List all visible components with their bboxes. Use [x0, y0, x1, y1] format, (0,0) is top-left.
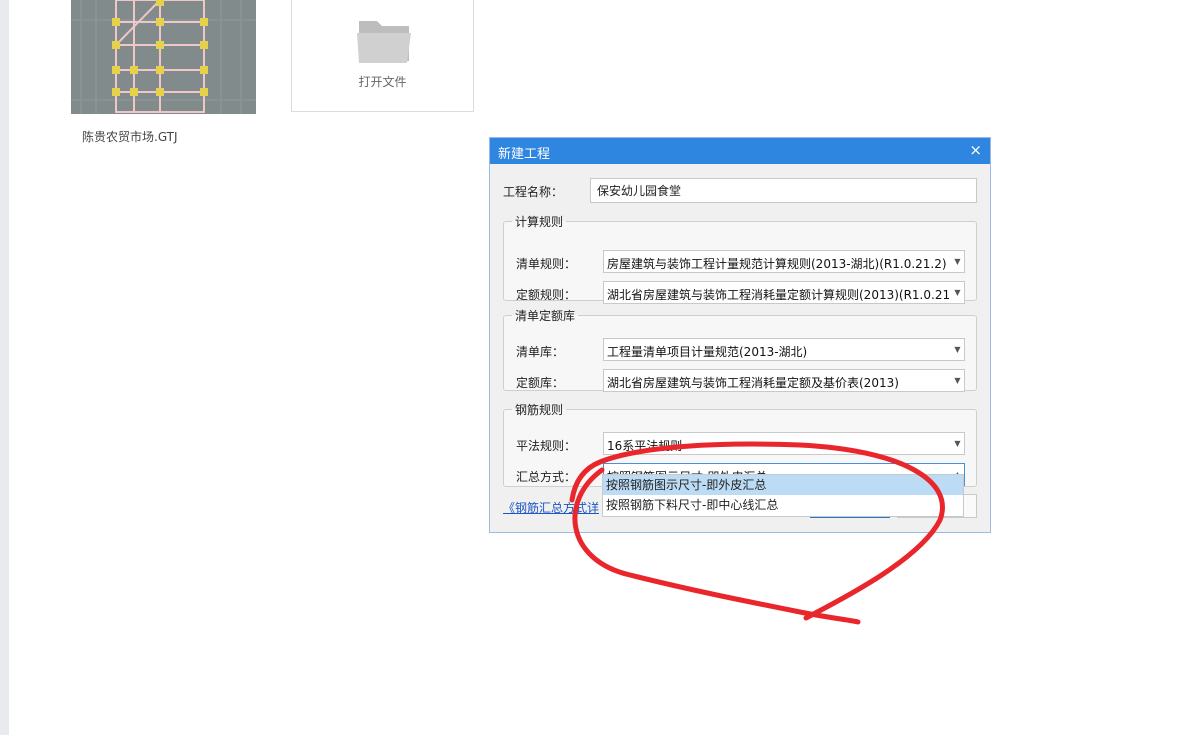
- quota-rule-row: 定额规则： 湖北省房屋建筑与装饰工程消耗量定额计算规则(2013)(R1.0.2…: [516, 281, 966, 305]
- summary-method-label: 汇总方式：: [516, 470, 577, 484]
- project-name-input[interactable]: [590, 178, 977, 203]
- bill-lib-row: 清单库： 工程量清单项目计量规范(2013-湖北) ▼: [516, 338, 966, 362]
- bill-rule-label: 清单规则：: [516, 257, 577, 271]
- chevron-down-icon[interactable]: ▼: [951, 339, 964, 360]
- open-file-label: 打开文件: [358, 75, 407, 89]
- flat-rule-label: 平法规则：: [516, 439, 577, 453]
- dialog-titlebar[interactable]: 新建工程 ×: [490, 138, 990, 164]
- quota-lib-label: 定额库：: [516, 376, 565, 390]
- chevron-down-icon[interactable]: ▼: [951, 251, 964, 272]
- open-file-tile[interactable]: 打开文件: [291, 0, 474, 112]
- bill-lib-value: 工程量清单项目计量规范(2013-湖北): [607, 345, 808, 359]
- left-sidebar-strip: [0, 0, 9, 735]
- quota-rule-select[interactable]: 湖北省房屋建筑与装饰工程消耗量定额计算规则(2013)(R1.0.21.2) ▼: [603, 281, 965, 304]
- flat-rule-value: 16系平法规则: [607, 439, 683, 453]
- quota-lib-select[interactable]: 湖北省房屋建筑与装饰工程消耗量定额及基价表(2013) ▼: [603, 369, 965, 392]
- floor-plan-preview: [71, 0, 256, 114]
- libraries-legend: 清单定额库: [515, 309, 576, 323]
- bill-lib-select[interactable]: 工程量清单项目计量规范(2013-湖北) ▼: [603, 338, 965, 361]
- flat-rule-row: 平法规则： 16系平法规则 ▼: [516, 432, 966, 456]
- quota-rule-value: 湖北省房屋建筑与装饰工程消耗量定额计算规则(2013)(R1.0.21.2): [607, 288, 965, 302]
- rebar-rules-legend: 钢筋规则: [515, 403, 564, 417]
- flat-rule-select[interactable]: 16系平法规则 ▼: [603, 432, 965, 455]
- recent-file-thumbnail[interactable]: [71, 0, 256, 114]
- bill-lib-label: 清单库：: [516, 345, 565, 359]
- calc-rules-legend: 计算规则: [515, 215, 564, 229]
- folder-icon: [357, 21, 411, 63]
- quota-lib-row: 定额库： 湖北省房屋建筑与装饰工程消耗量定额及基价表(2013) ▼: [516, 369, 966, 393]
- project-name-row: 工程名称：: [503, 178, 978, 204]
- calc-rules-group: 计算规则 清单规则： 房屋建筑与装饰工程计量规范计算规则(2013-湖北)(R1…: [503, 213, 977, 304]
- quota-lib-value: 湖北省房屋建筑与装饰工程消耗量定额及基价表(2013): [607, 376, 899, 390]
- dropdown-option[interactable]: 按照钢筋图示尺寸-即外皮汇总: [603, 475, 963, 495]
- dropdown-option[interactable]: 按照钢筋下料尺寸-即中心线汇总: [603, 495, 963, 515]
- dialog-title: 新建工程: [498, 147, 551, 162]
- quota-rule-label: 定额规则：: [516, 288, 577, 302]
- bill-rule-select[interactable]: 房屋建筑与装饰工程计量规范计算规则(2013-湖北)(R1.0.21.2) ▼: [603, 250, 965, 273]
- chevron-down-icon[interactable]: ▼: [951, 370, 964, 391]
- libraries-group: 清单定额库 清单库： 工程量清单项目计量规范(2013-湖北) ▼ 定额库： 湖…: [503, 307, 977, 393]
- chevron-down-icon[interactable]: ▼: [951, 282, 964, 303]
- bill-rule-value: 房屋建筑与装饰工程计量规范计算规则(2013-湖北)(R1.0.21.2): [607, 257, 947, 271]
- close-icon[interactable]: ×: [969, 141, 982, 159]
- chevron-down-icon[interactable]: ▼: [951, 433, 964, 454]
- rebar-summary-help-link[interactable]: 《钢筋汇总方式详: [503, 499, 599, 516]
- project-name-label: 工程名称：: [503, 185, 564, 199]
- summary-method-dropdown: 按照钢筋图示尺寸-即外皮汇总 按照钢筋下料尺寸-即中心线汇总: [602, 474, 964, 517]
- bill-rule-row: 清单规则： 房屋建筑与装饰工程计量规范计算规则(2013-湖北)(R1.0.21…: [516, 250, 966, 274]
- recent-file-name[interactable]: 陈贵农贸市场.GTJ: [82, 128, 178, 145]
